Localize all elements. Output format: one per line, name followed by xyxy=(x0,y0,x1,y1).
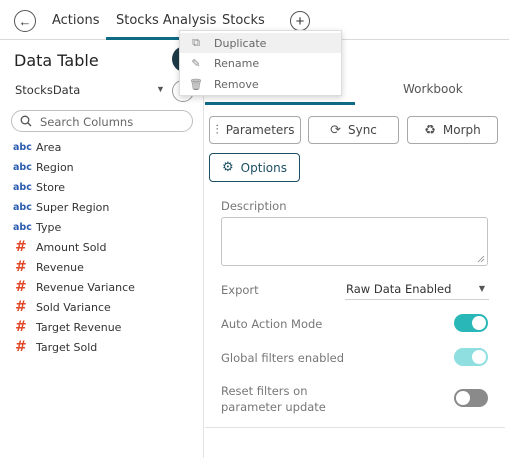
tab-context-menu: ⧉ Duplicate ✎ Rename 🗑 Remove xyxy=(179,30,342,96)
column-name: Target Sold xyxy=(36,340,98,354)
toggle-knob xyxy=(456,391,470,405)
data-table-title: Data Table xyxy=(14,51,99,70)
column-name: Store xyxy=(36,180,66,194)
sliders-icon: ⫶ xyxy=(215,122,219,138)
column-list: abc Area abc Region abc Store abc Super Regi… xyxy=(13,137,198,357)
description-label: Description xyxy=(221,199,287,213)
menu-item-label: Remove xyxy=(214,77,259,91)
list-item[interactable]: abc Area xyxy=(13,137,198,157)
column-name: Revenue xyxy=(36,260,84,274)
text-type-icon: abc xyxy=(13,141,32,153)
toggle-knob xyxy=(472,350,486,364)
chevron-down-icon[interactable]: ▼ xyxy=(156,84,165,94)
list-item[interactable]: abc Type xyxy=(13,217,198,237)
reset-filters-label-line1: Reset filters on xyxy=(221,384,308,398)
column-name: Revenue Variance xyxy=(36,280,135,294)
morph-button[interactable]: ♻ Morph xyxy=(407,116,498,144)
arrow-left-icon: ← xyxy=(18,13,32,29)
auto-action-mode-toggle[interactable] xyxy=(454,314,488,332)
datasource-name[interactable]: StocksData xyxy=(15,83,80,97)
menu-item-duplicate[interactable]: ⧉ Duplicate xyxy=(180,33,341,53)
properties-panel: Workbook ⫶ Parameters ⟳ Sync ♻ Morph ⚙ O… xyxy=(205,40,509,458)
toggle-knob xyxy=(472,316,486,330)
column-name: Super Region xyxy=(36,200,110,214)
search-icon xyxy=(20,115,32,127)
list-item[interactable]: # Target Revenue xyxy=(13,317,198,337)
rename-icon: ✎ xyxy=(191,56,201,70)
column-name: Region xyxy=(36,160,74,174)
global-filters-label: Global filters enabled xyxy=(221,351,345,365)
list-item[interactable]: abc Super Region xyxy=(13,197,198,217)
search-placeholder: Search Columns xyxy=(40,115,134,129)
parameters-label: Parameters xyxy=(225,123,295,137)
trash-icon: 🗑 xyxy=(189,77,203,91)
export-select[interactable]: Raw Data Enabled ▼ xyxy=(345,280,489,300)
column-name: Amount Sold xyxy=(36,240,107,254)
numeric-type-icon: # xyxy=(15,239,27,255)
resize-grip-icon xyxy=(477,255,485,263)
plus-icon: + xyxy=(295,12,305,30)
export-label: Export xyxy=(221,283,259,297)
morph-label: Morph xyxy=(442,123,481,137)
numeric-type-icon: # xyxy=(15,299,27,315)
reset-filters-toggle[interactable] xyxy=(454,389,488,407)
menu-item-label: Duplicate xyxy=(214,36,267,50)
tab-actions[interactable]: Actions xyxy=(52,13,100,28)
search-columns-input[interactable]: Search Columns xyxy=(11,110,193,132)
gear-icon: ⚙ xyxy=(222,160,234,175)
add-tab-button[interactable]: + xyxy=(290,11,310,31)
options-button[interactable]: ⚙ Options xyxy=(209,153,300,182)
column-name: Type xyxy=(36,220,62,234)
menu-item-rename[interactable]: ✎ Rename xyxy=(180,53,341,73)
list-item[interactable]: # Revenue Variance xyxy=(13,277,198,297)
auto-action-mode-label: Auto Action Mode xyxy=(221,317,323,331)
tab-workbook[interactable]: Workbook xyxy=(403,82,463,96)
global-filters-toggle[interactable] xyxy=(454,348,488,366)
chevron-down-icon: ▼ xyxy=(478,284,485,293)
menu-item-label: Rename xyxy=(214,56,260,70)
list-item[interactable]: # Target Sold xyxy=(13,337,198,357)
numeric-type-icon: # xyxy=(15,259,27,275)
list-item[interactable]: # Revenue xyxy=(13,257,198,277)
numeric-type-icon: # xyxy=(15,279,27,295)
back-button[interactable]: ← xyxy=(14,10,36,32)
list-item[interactable]: # Amount Sold xyxy=(13,237,198,257)
menu-item-remove[interactable]: 🗑 Remove xyxy=(180,74,341,94)
numeric-type-icon: # xyxy=(15,339,27,355)
description-textarea[interactable] xyxy=(221,217,488,266)
text-type-icon: abc xyxy=(13,181,32,193)
list-item[interactable]: abc Store xyxy=(13,177,198,197)
recycle-icon: ♻ xyxy=(424,122,436,138)
numeric-type-icon: # xyxy=(15,319,27,335)
list-item[interactable]: # Sold Variance xyxy=(13,297,198,317)
text-type-icon: abc xyxy=(13,161,32,173)
duplicate-icon: ⧉ xyxy=(192,36,200,49)
column-name: Target Revenue xyxy=(36,320,122,334)
sync-icon: ⟳ xyxy=(330,122,341,138)
export-value: Raw Data Enabled xyxy=(346,282,452,296)
text-type-icon: abc xyxy=(13,221,32,233)
sync-button[interactable]: ⟳ Sync xyxy=(308,116,399,144)
tab-stocks[interactable]: Stocks xyxy=(222,13,265,28)
parameters-button[interactable]: ⫶ Parameters xyxy=(209,116,301,144)
sync-label: Sync xyxy=(347,123,377,137)
text-type-icon: abc xyxy=(13,201,32,213)
column-name: Sold Variance xyxy=(36,300,111,314)
data-table-panel: Data Table StocksData ▼ Search Columns a… xyxy=(3,40,204,458)
reset-filters-label-line2: parameter update xyxy=(221,400,326,414)
column-name: Area xyxy=(36,140,62,154)
options-label: Options xyxy=(240,160,287,175)
list-item[interactable]: abc Region xyxy=(13,157,198,177)
divider xyxy=(205,427,505,428)
tab-stocks-analysis[interactable]: Stocks Analysis xyxy=(116,13,216,28)
active-tab-indicator xyxy=(205,102,355,105)
